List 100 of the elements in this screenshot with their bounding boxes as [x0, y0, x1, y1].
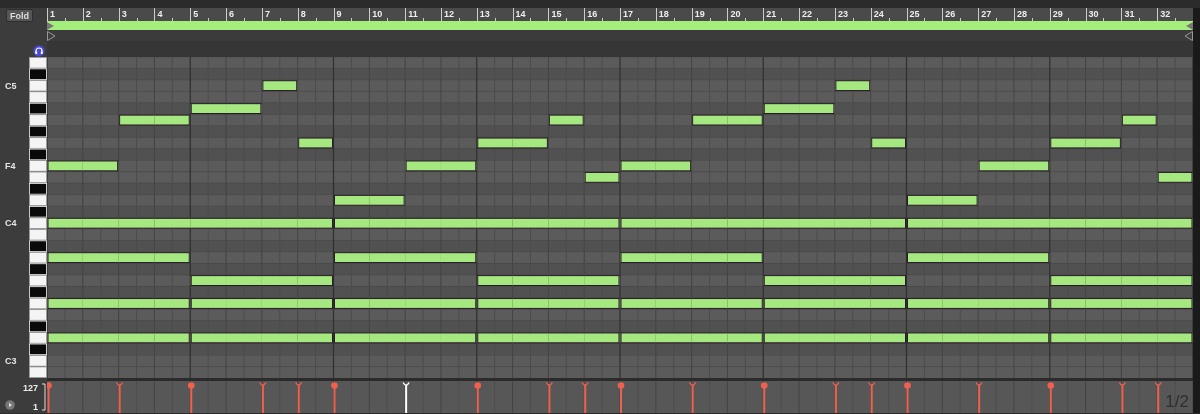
note-segment[interactable] — [118, 217, 155, 229]
grid-cell[interactable] — [154, 160, 191, 172]
note-segment[interactable] — [476, 217, 514, 229]
note-segment[interactable] — [870, 137, 907, 149]
note-segment[interactable] — [655, 217, 693, 229]
velocity-marker[interactable] — [187, 382, 195, 413]
note-segment[interactable] — [977, 332, 1015, 344]
grid-cell[interactable] — [333, 160, 370, 172]
note-segment[interactable] — [225, 332, 263, 344]
note-segment[interactable] — [763, 103, 800, 114]
note-segment[interactable] — [547, 217, 585, 229]
note-segment[interactable] — [1120, 275, 1158, 286]
grid-cell[interactable] — [190, 114, 227, 126]
note-segment[interactable] — [1085, 298, 1122, 309]
velocity-marker[interactable] — [867, 381, 876, 413]
note-segment[interactable] — [763, 332, 800, 344]
note-segment[interactable] — [190, 298, 227, 309]
note-segment[interactable] — [620, 298, 657, 309]
grid-cell[interactable] — [620, 114, 656, 126]
note-segment[interactable] — [834, 217, 872, 229]
note-segment[interactable] — [47, 332, 84, 344]
note-segment[interactable] — [1049, 275, 1087, 286]
loop-bar[interactable] — [47, 21, 1193, 31]
note-segment[interactable] — [1156, 332, 1193, 344]
note-segment[interactable] — [870, 332, 907, 344]
note-segment[interactable] — [798, 332, 836, 344]
grid-cell[interactable] — [870, 114, 907, 126]
note-segment[interactable] — [440, 298, 477, 309]
velocity-marker[interactable] — [832, 381, 840, 413]
grid-cell[interactable] — [118, 160, 155, 172]
note-segment[interactable] — [153, 252, 191, 264]
note-segment[interactable] — [691, 217, 728, 229]
note-segment[interactable] — [1121, 114, 1158, 126]
note-segment[interactable] — [512, 217, 549, 229]
note-segment[interactable] — [190, 103, 227, 114]
note-segment[interactable] — [47, 217, 84, 229]
velocity-marker[interactable] — [331, 382, 338, 413]
note-segment[interactable] — [655, 332, 693, 344]
note-segment[interactable] — [333, 252, 370, 264]
grid-cell[interactable] — [476, 114, 513, 126]
grid-cell[interactable] — [190, 160, 227, 172]
start-marker-icon[interactable] — [47, 31, 56, 41]
note-segment[interactable] — [798, 298, 836, 309]
note-segment[interactable] — [440, 217, 478, 229]
note-segment[interactable] — [977, 252, 1015, 264]
grid-cell[interactable] — [906, 114, 943, 126]
note-segment[interactable] — [1157, 171, 1193, 183]
grid-cell[interactable] — [1121, 160, 1158, 172]
grid-cell[interactable] — [548, 160, 585, 172]
note-segment[interactable] — [691, 332, 728, 344]
note-segment[interactable] — [691, 298, 728, 309]
velocity-marker[interactable] — [474, 382, 482, 413]
grid-cell[interactable] — [763, 114, 800, 126]
note-segment[interactable] — [368, 252, 406, 264]
note-segment[interactable] — [47, 160, 84, 172]
grid-cell[interactable] — [584, 160, 620, 172]
note-segment[interactable] — [190, 332, 227, 344]
note-segment[interactable] — [870, 217, 907, 229]
note-segment[interactable] — [941, 332, 979, 344]
note-segment[interactable] — [1013, 217, 1051, 229]
note-segment[interactable] — [261, 217, 299, 229]
note-segment[interactable] — [476, 332, 514, 344]
grid-cell[interactable] — [763, 160, 800, 172]
grid-cell[interactable] — [584, 137, 620, 149]
note-segment[interactable] — [1013, 298, 1050, 309]
grid-cell[interactable] — [799, 114, 835, 126]
grid-cell[interactable] — [512, 160, 549, 172]
grid-cell[interactable] — [1049, 160, 1086, 172]
velocity-marker[interactable] — [1118, 381, 1127, 413]
grid-cell[interactable] — [440, 114, 477, 126]
note-segment[interactable] — [763, 275, 800, 286]
note-segment[interactable] — [1120, 298, 1158, 309]
grid-cell[interactable] — [655, 114, 692, 126]
note-segment[interactable] — [190, 275, 227, 286]
grid-cell[interactable] — [1085, 160, 1122, 172]
grid-cell[interactable] — [82, 114, 119, 126]
note-segment[interactable] — [476, 137, 514, 149]
note-segment[interactable] — [620, 217, 657, 229]
note-segment[interactable] — [225, 298, 263, 309]
note-segment[interactable] — [512, 298, 549, 309]
note-segment[interactable] — [906, 252, 943, 264]
note-segment[interactable] — [297, 332, 334, 344]
note-segment[interactable] — [906, 298, 943, 309]
note-segment[interactable] — [798, 217, 836, 229]
note-segment[interactable] — [440, 160, 477, 172]
note-segment[interactable] — [762, 217, 800, 229]
note-segment[interactable] — [906, 332, 943, 344]
grid-cell[interactable] — [1157, 137, 1193, 149]
note-segment[interactable] — [368, 332, 406, 344]
note-segment[interactable] — [1085, 137, 1122, 149]
note-segment[interactable] — [620, 160, 657, 172]
note-segment[interactable] — [655, 252, 693, 264]
note-segment[interactable] — [1156, 275, 1193, 286]
velocity-marker[interactable] — [760, 382, 768, 413]
note-segment[interactable] — [440, 252, 477, 264]
note-segment[interactable] — [726, 332, 764, 344]
note-segment[interactable] — [1049, 137, 1087, 149]
grid-cell[interactable] — [440, 137, 477, 149]
note-segment[interactable] — [297, 137, 334, 149]
grid-cell[interactable] — [1157, 160, 1193, 172]
